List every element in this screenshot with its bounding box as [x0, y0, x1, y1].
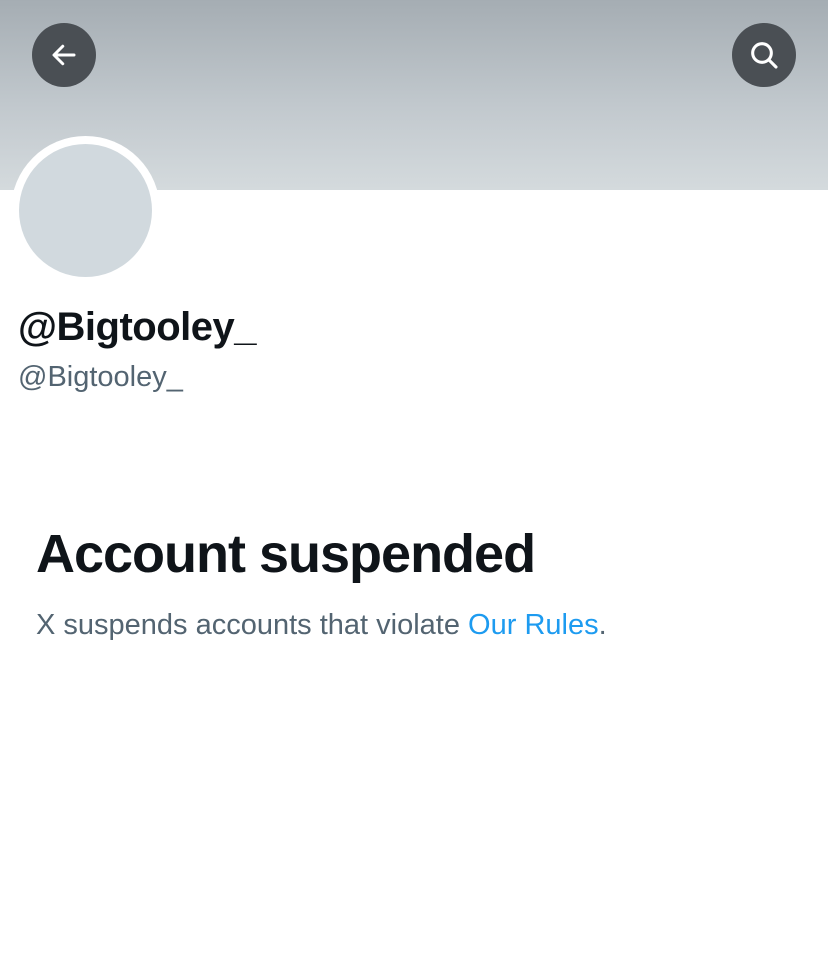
our-rules-link[interactable]: Our Rules: [468, 609, 599, 641]
suspension-message: X suspends accounts that violate Our Rul…: [36, 605, 607, 645]
avatar[interactable]: [19, 144, 152, 277]
suspension-message-prefix: X suspends accounts that violate: [36, 609, 469, 641]
arrow-left-icon: [52, 44, 76, 66]
search-icon: [751, 42, 778, 69]
profile-handle: @Bigtooley_: [18, 361, 183, 393]
profile-display-name: @Bigtooley_: [18, 305, 256, 349]
avatar-ring: [11, 136, 160, 285]
suspension-title: Account suspended: [36, 524, 536, 584]
suspension-message-suffix: .: [598, 609, 607, 641]
search-button[interactable]: [732, 23, 796, 87]
back-button[interactable]: [32, 23, 96, 87]
